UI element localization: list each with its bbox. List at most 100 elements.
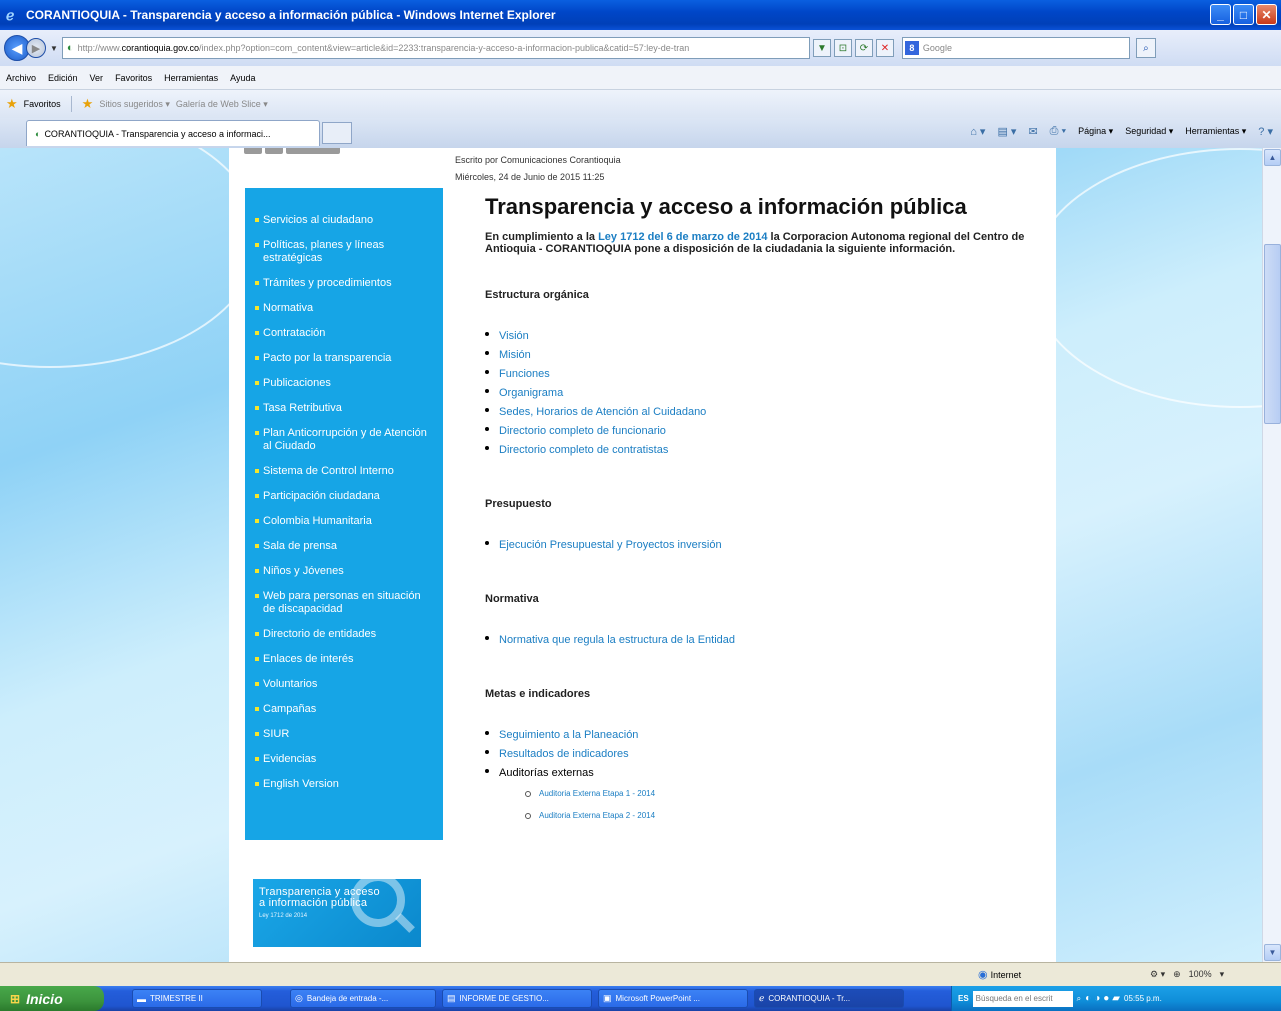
menu-edicion[interactable]: Edición	[48, 73, 78, 83]
antivirus-icon[interactable]: ◑	[1094, 993, 1100, 1004]
link-organigrama[interactable]: Organigrama	[485, 384, 1025, 403]
new-tab-button[interactable]	[322, 122, 352, 144]
sidebar-item[interactable]: Colombia Humanitaria	[245, 515, 443, 528]
link-directorio-contratistas[interactable]: Directorio completo de contratistas	[485, 441, 1025, 460]
link-normativa[interactable]: Normativa que regula la estructura de la…	[485, 631, 1025, 650]
law-link[interactable]: Ley 1712 del 6 de marzo de 2014	[598, 231, 767, 243]
close-button[interactable]: ✕	[1256, 4, 1277, 25]
zoom-control[interactable]: ⚙ ▾ ⊕ 100% ▾	[1150, 969, 1224, 980]
link-seguimiento[interactable]: Seguimiento a la Planeación	[485, 726, 1025, 745]
add-favorite-icon[interactable]: ★	[82, 96, 94, 112]
sidebar-item[interactable]: Sala de prensa	[245, 540, 443, 553]
update-icon[interactable]: ●	[1103, 993, 1109, 1004]
sidebar-item[interactable]: English Version	[245, 778, 443, 791]
sidebar-item[interactable]: Servicios al ciudadano	[245, 214, 443, 227]
search-input[interactable]: 8 Google	[901, 37, 1130, 59]
link-mision[interactable]: Misión	[485, 346, 1025, 365]
transparency-banner[interactable]: Transparencia y acceso a información púb…	[253, 879, 421, 947]
forward-button[interactable]: ▶	[26, 38, 46, 58]
intro-paragraph: En cumplimiento a la Ley 1712 del 6 de m…	[485, 231, 1025, 255]
protected-mode-icon[interactable]: ⚙ ▾	[1150, 969, 1165, 980]
link-sedes[interactable]: Sedes, Horarios de Atención al Cuidadano	[485, 403, 1025, 422]
vertical-scrollbar[interactable]: ▲ ▼	[1262, 148, 1281, 962]
menu-archivo[interactable]: Archivo	[6, 73, 36, 83]
link-directorio-funcionario[interactable]: Directorio completo de funcionario	[485, 422, 1025, 441]
link-vision[interactable]: Visión	[485, 327, 1025, 346]
sidebar-item[interactable]: Campañas	[245, 703, 443, 716]
taskbar-item-active[interactable]: ℯ CORANTIOQUIA - Tr...	[754, 989, 904, 1008]
suggested-sites-link[interactable]: Sitios sugeridos ▾	[99, 99, 170, 110]
scroll-thumb[interactable]	[1264, 244, 1281, 424]
sidebar-item[interactable]: Enlaces de interés	[245, 653, 443, 666]
sidebar-item[interactable]: Publicaciones	[245, 377, 443, 390]
refresh-icon[interactable]: ⟳	[854, 39, 873, 57]
sidebar-item[interactable]: Voluntarios	[245, 678, 443, 691]
taskbar-item[interactable]: ▤ INFORME DE GESTIO...	[442, 989, 592, 1008]
search-go-icon[interactable]: ⌕	[1077, 994, 1081, 1004]
print-icon[interactable]: ⎙ ▾	[1050, 125, 1066, 138]
word-icon: ▤	[447, 993, 456, 1003]
sidebar-item[interactable]: Políticas, planes y líneas estratégicas	[245, 239, 443, 265]
sidebar-item[interactable]: Contratación	[245, 327, 443, 340]
link-ejecucion[interactable]: Ejecución Presupuestal y Proyectos inver…	[485, 536, 1025, 555]
sidebar-item[interactable]: SIUR	[245, 728, 443, 741]
sidebar-item[interactable]: Trámites y procedimientos	[245, 277, 443, 290]
sidebar-item[interactable]: Normativa	[245, 302, 443, 315]
sidebar-item[interactable]: Web para personas en situación de discap…	[245, 590, 443, 616]
email-button[interactable]	[286, 148, 340, 154]
sidebar-item[interactable]: Sistema de Control Interno	[245, 465, 443, 478]
zoom-level[interactable]: 100%	[1189, 969, 1212, 980]
command-bar: ⌂ ▾ ▤ ▾ ✉ ⎙ ▾ Página ▾ Seguridad ▾ Herra…	[970, 125, 1273, 138]
zoom-dropdown-icon[interactable]: ▾	[1220, 969, 1225, 980]
print-button[interactable]	[265, 148, 283, 154]
taskbar-item[interactable]: ▬ TRIMESTRE II	[132, 989, 262, 1008]
taskbar-item[interactable]: ◎ Bandeja de entrada -...	[290, 989, 436, 1008]
volume-icon[interactable]: ▰	[1112, 993, 1120, 1004]
link-resultados[interactable]: Resultados de indicadores	[485, 745, 1025, 764]
search-icon[interactable]: ⌕	[1135, 38, 1156, 58]
pdf-button[interactable]	[244, 148, 262, 154]
address-bar[interactable]: ◐ http://www. corantioquia.gov.co/index.p…	[61, 37, 810, 59]
menu-ver[interactable]: Ver	[90, 73, 104, 83]
presupuesto-links: Ejecución Presupuestal y Proyectos inver…	[485, 536, 1025, 555]
desktop-search-input[interactable]: Búsqueda en el escrit	[972, 990, 1073, 1007]
stop-icon[interactable]: ✕	[875, 39, 894, 57]
network-icon[interactable]: ◐	[1085, 993, 1091, 1004]
scroll-down-icon[interactable]: ▼	[1264, 944, 1281, 961]
feeds-icon[interactable]: ▤ ▾	[997, 125, 1016, 138]
link-auditoria-2[interactable]: Auditoria Externa Etapa 2 - 2014	[525, 805, 1025, 827]
maximize-button[interactable]: □	[1233, 4, 1254, 25]
sidebar-item[interactable]: Pacto por la transparencia	[245, 352, 443, 365]
menu-ayuda[interactable]: Ayuda	[230, 73, 255, 83]
start-button[interactable]: ⊞ Inicio	[0, 986, 104, 1011]
mail-icon[interactable]: ✉	[1028, 125, 1037, 138]
sidebar-item[interactable]: Evidencias	[245, 753, 443, 766]
sidebar-item[interactable]: Plan Anticorrupción y de Atención al Ciu…	[245, 427, 443, 453]
web-slice-gallery-link[interactable]: Galería de Web Slice ▾	[176, 99, 268, 110]
scroll-up-icon[interactable]: ▲	[1264, 149, 1281, 166]
article-tools	[244, 148, 340, 154]
link-auditoria-1[interactable]: Auditoria Externa Etapa 1 - 2014	[525, 783, 1025, 805]
help-icon[interactable]: ? ▾	[1258, 125, 1273, 138]
language-indicator[interactable]: ES	[958, 994, 969, 1003]
history-dropdown-icon[interactable]: ▼	[50, 44, 58, 53]
sidebar-item[interactable]: Directorio de entidades	[245, 628, 443, 641]
compatibility-view-icon[interactable]: ⊡	[833, 39, 852, 57]
home-icon[interactable]: ⌂ ▾	[970, 125, 985, 138]
minimize-button[interactable]: _	[1210, 4, 1231, 25]
favorites-star-icon[interactable]: ★	[6, 96, 18, 112]
sidebar-item[interactable]: Tasa Retributiva	[245, 402, 443, 415]
favorites-bar: ★ Favoritos ★ Sitios sugeridos ▾ Galería…	[0, 90, 1281, 118]
menu-herramientas[interactable]: Herramientas	[164, 73, 218, 83]
page-menu[interactable]: Página ▾	[1078, 126, 1113, 137]
favorites-button[interactable]: Favoritos	[24, 99, 61, 109]
link-funciones[interactable]: Funciones	[485, 365, 1025, 384]
address-dropdown-button[interactable]: ▼	[812, 39, 831, 57]
sidebar-item[interactable]: Participación ciudadana	[245, 490, 443, 503]
tab-corantioquia[interactable]: ◐ CORANTIOQUIA - Transparencia y acceso …	[26, 120, 320, 146]
tools-menu[interactable]: Herramientas ▾	[1185, 126, 1246, 137]
sidebar-item[interactable]: Niños y Jóvenes	[245, 565, 443, 578]
menu-favoritos[interactable]: Favoritos	[115, 73, 152, 83]
security-menu[interactable]: Seguridad ▾	[1125, 126, 1173, 137]
taskbar-item[interactable]: ▣ Microsoft PowerPoint ...	[598, 989, 748, 1008]
